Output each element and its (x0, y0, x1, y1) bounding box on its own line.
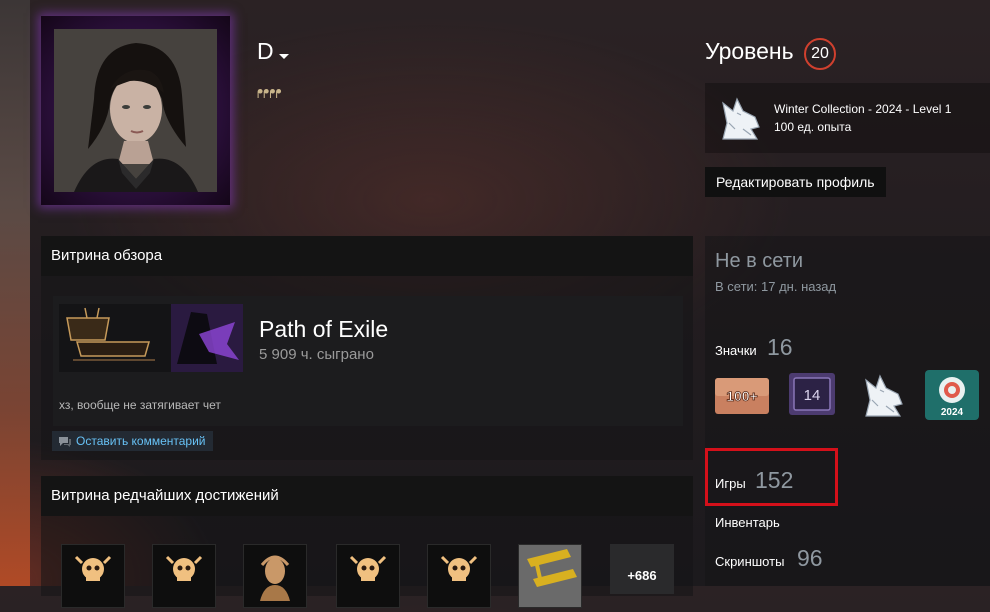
game-title-link[interactable]: Path of Exile (259, 316, 388, 343)
favorite-badge[interactable]: Winter Collection - 2024 - Level 1 100 е… (705, 83, 990, 153)
background-left-edge (0, 0, 30, 586)
leave-comment-label: Оставить комментарий (76, 434, 206, 448)
last-online-text: В сети: 17 дн. назад (715, 279, 837, 294)
level-badge[interactable]: 20 (804, 38, 836, 70)
level-14-badge-icon[interactable]: 14 (788, 370, 836, 418)
achievement-tile[interactable] (518, 544, 582, 608)
achievement-showcase-title: Витрина редчайших достижений (41, 476, 693, 516)
achievement-tile[interactable] (152, 544, 216, 608)
avatar[interactable] (54, 29, 217, 192)
avatar-frame[interactable] (41, 16, 230, 205)
name-dropdown-caret-icon[interactable] (279, 54, 289, 59)
persona-name: D (257, 38, 274, 64)
games-highlight-box (705, 448, 838, 506)
edit-profile-button[interactable]: Редактировать профиль (705, 167, 886, 197)
chat-bubble-icon (59, 436, 71, 447)
favorite-badge-xp: 100 ед. опыта (774, 120, 852, 134)
years-100-badge-icon[interactable]: 100+ (715, 370, 769, 418)
achievement-tile[interactable] (427, 544, 491, 608)
badges-link[interactable]: Значки (715, 343, 757, 358)
badges-count[interactable]: 16 (767, 334, 793, 361)
svg-text:100+: 100+ (726, 388, 758, 404)
achievement-tile[interactable] (336, 544, 400, 608)
level-label: Уровень (705, 38, 794, 64)
review-text: хз, вообще не затягивает чет (59, 398, 221, 412)
profile-summary-glyphs: ᖰᖰᖰᖰ (257, 87, 282, 101)
review-showcase-title: Витрина обзора (41, 236, 693, 276)
leave-comment-button[interactable]: Оставить комментарий (52, 431, 213, 451)
achievement-tile[interactable] (243, 544, 307, 608)
more-achievements-button[interactable]: +686 (610, 544, 674, 594)
steam-2024-badge-text: 2024 (941, 407, 964, 418)
level-14-badge-text: 14 (804, 387, 821, 404)
steam-2024-badge-icon[interactable]: 2024 (925, 370, 979, 420)
winter-wolf-badge-icon[interactable] (858, 370, 908, 420)
online-status: Не в сети (715, 250, 804, 272)
favorite-badge-title: Winter Collection - 2024 - Level 1 (774, 102, 952, 116)
achievement-tile[interactable] (61, 544, 125, 608)
winter-wolf-badge-icon (722, 97, 760, 140)
screenshots-count[interactable]: 96 (797, 545, 823, 572)
screenshots-link[interactable]: Скриншоты (715, 554, 784, 569)
inventory-link[interactable]: Инвентарь (715, 515, 780, 530)
game-capsule-image[interactable] (59, 304, 243, 372)
game-hours-played: 5 909 ч. сыграно (259, 346, 374, 363)
